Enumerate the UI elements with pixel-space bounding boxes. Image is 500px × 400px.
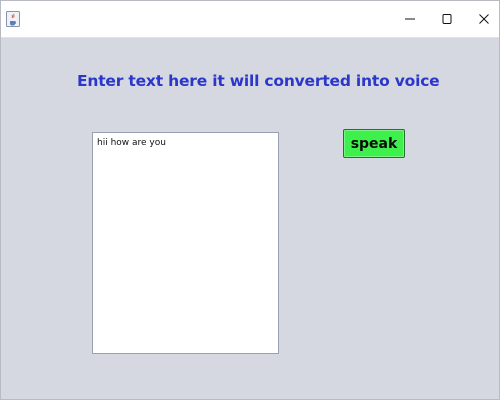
content-panel: Enter text here it will converted into v…	[1, 38, 499, 399]
maximize-button[interactable]	[428, 1, 466, 37]
close-icon	[478, 13, 490, 25]
speak-button[interactable]: speak	[343, 129, 405, 158]
page-title: Enter text here it will converted into v…	[77, 72, 440, 90]
java-coffee-cup-icon	[6, 11, 20, 27]
title-bar[interactable]	[1, 1, 499, 38]
close-button[interactable]	[465, 1, 500, 37]
maximize-icon	[441, 13, 453, 25]
minimize-button[interactable]	[391, 1, 429, 37]
app-window: Enter text here it will converted into v…	[0, 0, 500, 400]
text-input-area[interactable]: hii how are you	[92, 132, 279, 354]
minimize-icon	[404, 13, 416, 25]
